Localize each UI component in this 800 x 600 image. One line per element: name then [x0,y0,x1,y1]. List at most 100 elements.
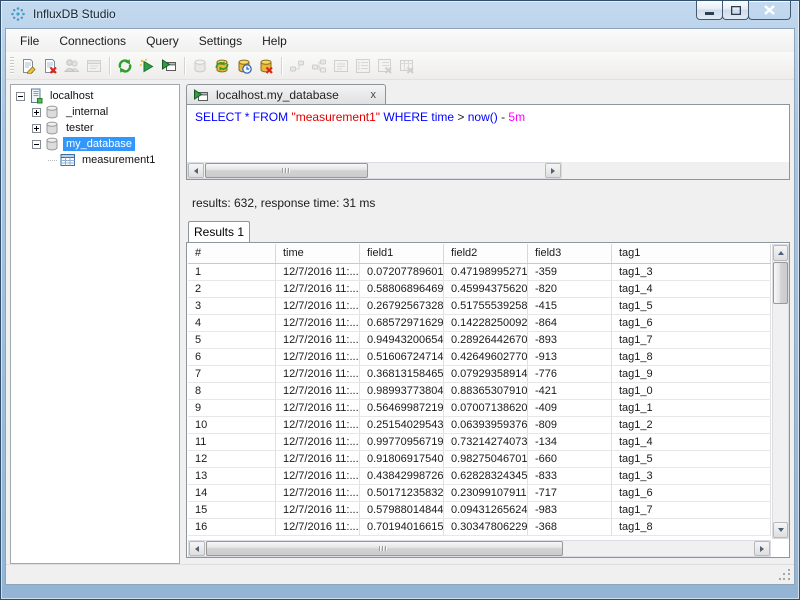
scroll-left-icon[interactable] [188,163,204,178]
tree-row: my_database [12,136,178,152]
table-cell: -409 [528,400,612,416]
table-cell: tag1_2 [612,417,771,433]
tree-node-localhost[interactable]: localhost [47,89,96,103]
query-editor[interactable]: SELECT * FROM "measurement1" WHERE time … [187,105,789,162]
scroll-right-icon[interactable] [754,541,770,556]
table-cell: tag1_3 [612,468,771,484]
drop-database-button[interactable] [255,55,277,77]
table-row[interactable]: 612/7/2016 11:...0.51606724714...0.42649… [188,349,771,366]
tree-expand-plus-icon[interactable] [32,107,41,117]
menu-bar: File Connections Query Settings Help [6,29,794,52]
scroll-up-icon[interactable] [773,245,788,261]
retention-policies-button[interactable] [233,55,255,77]
table-cell: 12/7/2016 11:... [276,264,360,280]
table-row[interactable]: 1312/7/2016 11:...0.43842998726...0.6282… [188,468,771,485]
delete-connection-button[interactable] [39,55,61,77]
menu-file[interactable]: File [10,31,49,51]
table-row[interactable]: 512/7/2016 11:...0.94943200654...0.28926… [188,332,771,349]
table-cell: 4 [188,315,276,331]
results-tab[interactable]: Results 1 [188,221,250,242]
results-v-scrollbar[interactable] [772,244,789,539]
tree-expand-minus-icon[interactable] [16,91,25,101]
table-row[interactable]: 1612/7/2016 11:...0.70194016615...0.3034… [188,519,771,536]
table-cell: 0.73214274073... [444,434,528,450]
tree-node-my_database[interactable]: my_database [63,137,136,151]
run-tab-icon [193,88,209,102]
table-cell: 12/7/2016 11:... [276,451,360,467]
table-row[interactable]: 112/7/2016 11:...0.07207789601...0.47198… [188,264,771,281]
table-cell: -134 [528,434,612,450]
table-row[interactable]: 912/7/2016 11:...0.56469987219...0.07007… [188,400,771,417]
run-query-new-tab-button[interactable] [158,55,180,77]
table-row[interactable]: 1412/7/2016 11:...0.50171235832...0.2309… [188,485,771,502]
table-cell: 0.23099107911... [444,485,528,501]
column-header-time[interactable]: time [276,244,360,263]
scroll-left-icon[interactable] [189,541,205,556]
results-h-scrollbar[interactable] [188,540,771,557]
edit-connection-button[interactable] [17,55,39,77]
menu-help[interactable]: Help [252,31,297,51]
table-cell: 12/7/2016 11:... [276,502,360,518]
query-tab-label: localhost.my_database [216,87,339,102]
query-tab[interactable]: localhost.my_database x [186,84,386,104]
table-row[interactable]: 712/7/2016 11:...0.36813158465...0.07929… [188,366,771,383]
toolbar-grip[interactable] [10,56,14,75]
table-cell: 0.25154029543... [360,417,444,433]
table-row[interactable]: 812/7/2016 11:...0.98993773804...0.88365… [188,383,771,400]
tree-node-_internal[interactable]: _internal [63,105,111,119]
app-client-area: File Connections Query Settings Help localho… [5,28,795,585]
close-button[interactable] [748,1,791,20]
table-row[interactable]: 412/7/2016 11:...0.68572971629...0.14228… [188,315,771,332]
titlebar[interactable]: InfluxDB Studio [1,1,799,28]
tree-row: tester [12,120,178,136]
table-cell: 0.36813158465... [360,366,444,382]
table-row[interactable]: 1512/7/2016 11:...0.57988014844...0.0943… [188,502,771,519]
column-header-tag1[interactable]: tag1 [612,244,771,263]
query-editor-panel: SELECT * FROM "measurement1" WHERE time … [186,104,790,180]
results-grid: # time field1 field2 field3 tag1 1 12/7/2016 11… [188,244,771,539]
table-row[interactable]: 212/7/2016 11:...0.58806896469...0.45994… [188,281,771,298]
query-tab-strip: localhost.my_database x [186,84,790,104]
table-cell: 0.07007138620... [444,400,528,416]
table-cell: 0.98275046701... [444,451,528,467]
table-row[interactable]: 312/7/2016 11:...0.26792567328...0.51755… [188,298,771,315]
table-cell: 12/7/2016 11:... [276,434,360,450]
menu-connections[interactable]: Connections [49,31,136,51]
table-cell: 0.88365307910... [444,383,528,399]
table-row[interactable]: 1012/7/2016 11:...0.25154029543...0.0639… [188,417,771,434]
tab-close-icon[interactable]: x [368,89,380,101]
query-token: WHERE time [383,110,458,124]
scroll-right-icon[interactable] [545,163,561,178]
run-query-button[interactable] [136,55,158,77]
menu-query[interactable]: Query [136,31,189,51]
table-row[interactable]: 1112/7/2016 11:...0.99770956719...0.7321… [188,434,771,451]
table-cell: 0.09431265624... [444,502,528,518]
tree-row: _internal [12,104,178,120]
column-header-field1[interactable]: field1 [360,244,444,263]
column-header-field2[interactable]: field2 [444,244,528,263]
maximize-button[interactable] [722,1,749,20]
menu-settings[interactable]: Settings [189,31,252,51]
table-row[interactable]: 1212/7/2016 11:...0.91806917540...0.9827… [188,451,771,468]
refresh-button[interactable] [114,55,136,77]
minimize-button[interactable] [696,1,723,20]
editor-h-scrollbar[interactable] [187,162,562,179]
table-cell: -893 [528,332,612,348]
table-cell: 0.62828324345... [444,468,528,484]
server-icon [28,88,44,104]
create-database-button [189,55,211,77]
table-cell: 12/7/2016 11:... [276,400,360,416]
table-cell: -359 [528,264,612,280]
tree-node-measurement1[interactable]: measurement1 [79,153,158,167]
refresh-databases-button[interactable] [211,55,233,77]
tree-expand-plus-icon[interactable] [32,123,41,133]
resize-grip-icon[interactable] [779,569,792,582]
tree-node-tester[interactable]: tester [63,121,97,135]
column-header-num[interactable]: # [188,244,276,263]
table-cell: 0.43842998726... [360,468,444,484]
tree-expand-minus-icon[interactable] [32,139,41,149]
table-cell: 0.06393959376... [444,417,528,433]
scroll-down-icon[interactable] [773,522,788,538]
table-cell: tag1_1 [612,400,771,416]
column-header-field3[interactable]: field3 [528,244,612,263]
